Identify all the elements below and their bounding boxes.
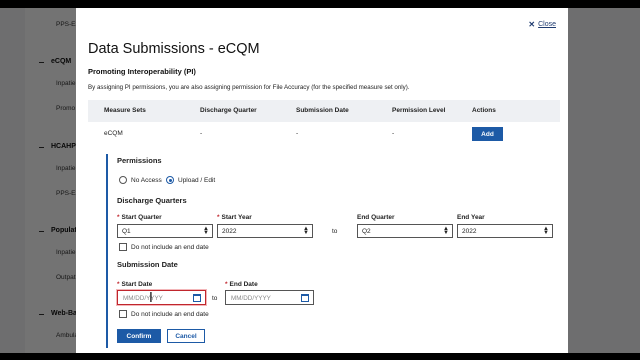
radio-circle-icon <box>119 176 127 184</box>
sort-arrows-icon: ▲ ▼ <box>543 226 549 236</box>
close-icon: ✕ <box>528 20 536 29</box>
sort-arrows-icon: ▲ ▼ <box>203 226 209 236</box>
radio-label: No Access <box>131 176 162 184</box>
header-submission-date: Submission Date <box>296 107 349 114</box>
start-date-label: * Start Date <box>117 281 153 288</box>
start-year-value: 2022 <box>222 228 237 235</box>
end-quarter-label: End Quarter <box>357 214 395 221</box>
header-actions: Actions <box>472 107 496 114</box>
date-no-end-checkbox[interactable]: Do not include an end date <box>119 310 209 318</box>
start-quarter-value: Q1 <box>122 228 131 235</box>
start-date-input[interactable]: MM/DD/YYYY <box>117 290 206 305</box>
header-discharge-quarter: Discharge Quarter <box>200 107 257 114</box>
header-permission-level: Permission Level <box>392 107 446 114</box>
permission-editor-panel: Permissions No Access Upload / Edit Disc… <box>106 154 553 348</box>
text-cursor-icon: I <box>149 291 153 306</box>
cell-submission-date: - <box>296 130 299 137</box>
permissions-heading: Permissions <box>117 156 162 165</box>
calendar-icon[interactable] <box>301 294 309 302</box>
close-label: Close <box>538 21 556 28</box>
table-row: eCQM - - - Add <box>88 122 560 146</box>
calendar-icon[interactable] <box>193 294 201 302</box>
radio-selected-icon <box>166 176 174 184</box>
required-marker: * <box>217 214 220 221</box>
quarter-no-end-checkbox[interactable]: Do not include an end date <box>119 243 209 251</box>
start-year-select[interactable]: 2022 ▲ ▼ <box>217 224 313 238</box>
cell-permission-level: - <box>392 130 395 137</box>
cancel-button[interactable]: Cancel <box>167 329 205 343</box>
sort-arrows-icon: ▲ ▼ <box>303 226 309 236</box>
modal-subtitle: Promoting Interoperability (PI) <box>88 67 196 76</box>
checkbox-label: Do not include an end date <box>131 243 209 251</box>
confirm-button[interactable]: Confirm <box>117 329 161 343</box>
end-year-select[interactable]: 2022 ▲ ▼ <box>457 224 553 238</box>
checkbox-icon <box>119 310 127 318</box>
date-to-label: to <box>212 295 218 302</box>
start-year-label: * Start Year <box>217 214 252 221</box>
table-header: Measure Sets Discharge Quarter Submissio… <box>88 100 560 122</box>
start-quarter-label: * Start Quarter <box>117 214 162 221</box>
quarter-to-label: to <box>332 228 338 235</box>
end-quarter-value: Q2 <box>362 228 371 235</box>
checkbox-icon <box>119 243 127 251</box>
end-date-label: * End Date <box>225 281 258 288</box>
radio-label: Upload / Edit <box>178 176 216 184</box>
close-button[interactable]: ✕ Close <box>528 20 556 29</box>
required-marker: * <box>117 281 120 288</box>
end-quarter-select[interactable]: Q2 ▲ ▼ <box>357 224 453 238</box>
permission-description: By assigning PI permissions, you are als… <box>88 84 410 91</box>
sort-arrows-icon: ▲ ▼ <box>443 226 449 236</box>
data-submissions-modal: ✕ Close Data Submissions - eCQM Promotin… <box>76 8 568 353</box>
cell-measure-set: eCQM <box>104 130 123 137</box>
add-button[interactable]: Add <box>472 127 503 141</box>
end-date-placeholder: MM/DD/YYYY <box>231 295 271 302</box>
start-date-placeholder: MM/DD/YYYY <box>123 295 163 302</box>
modal-title: Data Submissions - eCQM <box>88 41 260 57</box>
header-measure-sets: Measure Sets <box>104 107 146 114</box>
radio-no-access[interactable]: No Access <box>119 176 162 184</box>
required-marker: * <box>117 214 120 221</box>
start-quarter-select[interactable]: Q1 ▲ ▼ <box>117 224 213 238</box>
end-year-value: 2022 <box>462 228 477 235</box>
required-marker: * <box>225 281 228 288</box>
radio-upload-edit[interactable]: Upload / Edit <box>166 176 215 184</box>
end-date-input[interactable]: MM/DD/YYYY <box>225 290 314 305</box>
submission-date-heading: Submission Date <box>117 260 178 269</box>
end-year-label: End Year <box>457 214 485 221</box>
discharge-quarters-heading: Discharge Quarters <box>117 196 187 205</box>
checkbox-label: Do not include an end date <box>131 310 209 318</box>
cell-discharge-quarter: - <box>200 130 203 137</box>
